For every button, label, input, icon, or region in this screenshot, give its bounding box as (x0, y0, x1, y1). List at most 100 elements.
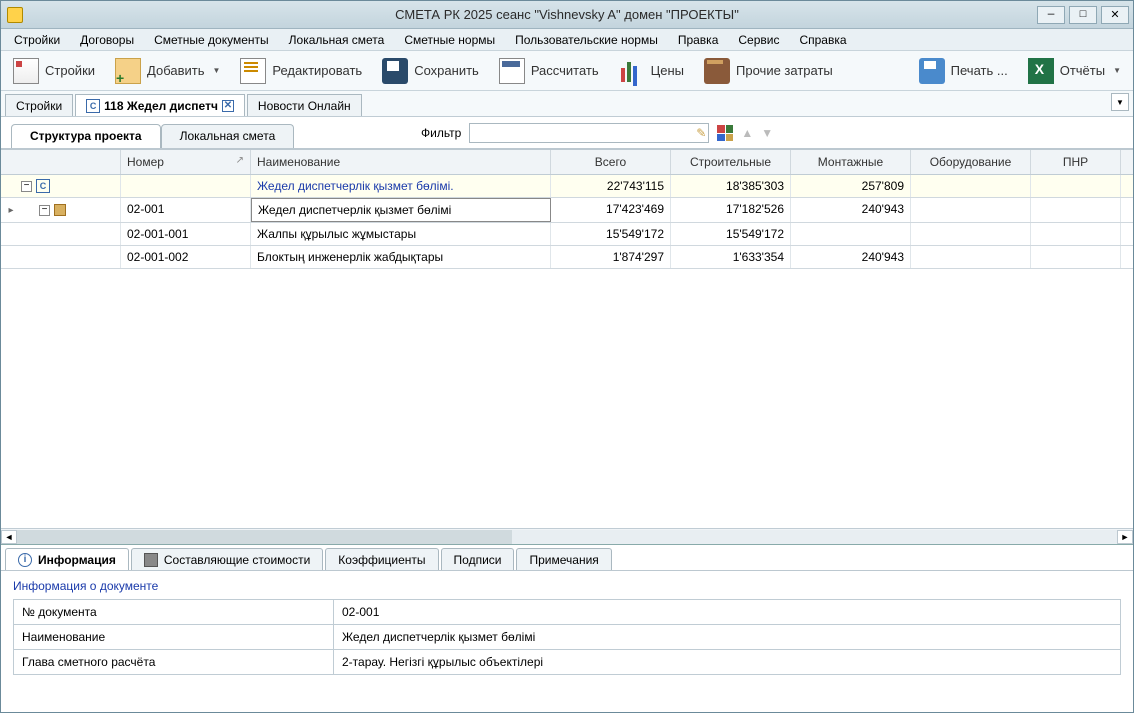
arrow-down-icon[interactable]: ▼ (761, 126, 773, 140)
doctab-stroiki[interactable]: Стройки (5, 94, 73, 116)
toolbar-calc-label: Рассчитать (531, 63, 599, 78)
dropdown-icon: ▼ (1113, 66, 1121, 75)
c-badge-icon: С (36, 179, 50, 193)
cell-equip (911, 175, 1031, 197)
collapse-icon[interactable]: − (39, 205, 50, 216)
chart-icon (619, 58, 645, 84)
menu-smetnye-dokumenty[interactable]: Сметные документы (145, 31, 278, 49)
toolbar-save-label: Сохранить (414, 63, 479, 78)
minimize-button[interactable]: — (1037, 6, 1065, 24)
toolbar-reports[interactable]: Отчёты ▼ (1022, 54, 1127, 88)
toolbar-calc[interactable]: Рассчитать (493, 54, 605, 88)
bottom-tab-label: Составляющие стоимости (164, 553, 310, 567)
toolbar-add[interactable]: Добавить ▼ (109, 54, 226, 88)
col-total[interactable]: Всего (551, 150, 671, 174)
menu-polz-normy[interactable]: Пользовательские нормы (506, 31, 667, 49)
info-name-value: Жедел диспетчерлік қызмет бөлімі (334, 625, 1121, 650)
cell-mount: 240'943 (791, 246, 911, 268)
cell-number (121, 175, 251, 197)
cell-name: Жалпы құрылыс жұмыстары (251, 223, 551, 245)
excel-icon (1028, 58, 1054, 84)
grid-row-section[interactable]: ▸ − 02-001 Жедел диспетчерлік қызмет бөл… (1, 198, 1133, 223)
menu-lokalnaya-smeta[interactable]: Локальная смета (280, 31, 394, 49)
toolbar-edit[interactable]: Редактировать (234, 54, 368, 88)
doctab-118[interactable]: С 118 Жедел диспетч ✕ (75, 94, 245, 116)
tabs-dropdown[interactable]: ▼ (1111, 93, 1129, 111)
row-pointer-icon: ▸ (5, 205, 17, 216)
cell-pnr (1031, 223, 1121, 245)
bottom-tab-coeff[interactable]: Коэффициенты (325, 548, 438, 570)
cell-mount: 240'943 (791, 198, 911, 222)
section-tab-local[interactable]: Локальная смета (161, 124, 295, 148)
document-tabs: Стройки С 118 Жедел диспетч ✕ Новости Он… (1, 91, 1133, 117)
filter-block: Фильтр ✎ ▲ ▼ (421, 123, 773, 143)
add-icon (115, 58, 141, 84)
toolbar-other[interactable]: Прочие затраты (698, 54, 839, 88)
info-chapter-value: 2-тарау. Негізгі құрылыс объектілері (334, 650, 1121, 675)
data-grid: Номер ↗ Наименование Всего Строительные … (1, 149, 1133, 269)
info-panel: Информация о документе № документа 02-00… (1, 571, 1133, 683)
bottom-tab-info[interactable]: i Информация (5, 548, 129, 570)
cell-equip (911, 246, 1031, 268)
grid-row-item[interactable]: 02-001-001 Жалпы құрылыс жұмыстары 15'54… (1, 223, 1133, 246)
toolbar-print[interactable]: Печать ... (913, 54, 1014, 88)
maximize-button[interactable]: □ (1069, 6, 1097, 24)
grid-header: Номер ↗ Наименование Всего Строительные … (1, 150, 1133, 175)
col-mount[interactable]: Монтажные (791, 150, 911, 174)
filter-label: Фильтр (421, 126, 461, 140)
cell-number: 02-001 (121, 198, 251, 222)
info-title: Информация о документе (13, 579, 1121, 593)
calculator-icon (499, 58, 525, 84)
grid-row-item[interactable]: 02-001-002 Блоктың инженерлік жабдықтары… (1, 246, 1133, 269)
close-button[interactable]: ✕ (1101, 6, 1129, 24)
doctab-news[interactable]: Новости Онлайн (247, 94, 362, 116)
col-pnr[interactable]: ПНР (1031, 150, 1121, 174)
bottom-tab-notes[interactable]: Примечания (516, 548, 611, 570)
col-equip[interactable]: Оборудование (911, 150, 1031, 174)
toolbar-stroiki[interactable]: Стройки (7, 54, 101, 88)
cell-equip (911, 223, 1031, 245)
col-number[interactable]: Номер ↗ (121, 150, 251, 174)
grid-row-project[interactable]: − С Жедел диспетчерлік қызмет бөлімі. 22… (1, 175, 1133, 198)
cell-mount (791, 223, 911, 245)
menu-dogovory[interactable]: Договоры (71, 31, 143, 49)
col-constr[interactable]: Строительные (671, 150, 791, 174)
menu-smetnye-normy[interactable]: Сметные нормы (395, 31, 504, 49)
arrow-up-icon[interactable]: ▲ (741, 126, 753, 140)
window-controls: — □ ✕ (1037, 6, 1133, 24)
edit-filter-icon[interactable]: ✎ (696, 126, 706, 140)
horizontal-scrollbar[interactable]: ◄ ► (1, 528, 1133, 544)
toolbar-add-label: Добавить (147, 63, 204, 78)
cell-name: Жедел диспетчерлік қызмет бөлімі (251, 198, 551, 222)
info-icon: i (18, 553, 32, 567)
document-c-icon: С (86, 99, 100, 113)
menu-stroiki[interactable]: Стройки (5, 31, 69, 49)
menu-spravka[interactable]: Справка (790, 31, 855, 49)
col-name[interactable]: Наименование (251, 150, 551, 174)
bottom-tab-sign[interactable]: Подписи (441, 548, 515, 570)
dropdown-icon: ▼ (212, 66, 220, 75)
doctab-label: 118 Жедел диспетч (104, 99, 218, 113)
scroll-right-icon[interactable]: ► (1117, 530, 1133, 544)
toolbar-save[interactable]: Сохранить (376, 54, 485, 88)
cell-total: 15'549'172 (551, 223, 671, 245)
close-tab-icon[interactable]: ✕ (222, 100, 234, 112)
bottom-tab-components[interactable]: Составляющие стоимости (131, 548, 323, 570)
menu-pravka[interactable]: Правка (669, 31, 728, 49)
collapse-icon[interactable]: − (21, 181, 32, 192)
cell-constr: 17'182'526 (671, 198, 791, 222)
toolbar-other-label: Прочие затраты (736, 63, 833, 78)
wallet-icon (704, 58, 730, 84)
section-tab-structure[interactable]: Структура проекта (11, 124, 161, 148)
scroll-left-icon[interactable]: ◄ (1, 530, 17, 544)
cell-pnr (1031, 175, 1121, 197)
menubar: Стройки Договоры Сметные документы Локал… (1, 29, 1133, 51)
filter-input[interactable]: ✎ (469, 123, 709, 143)
toolbar-prices[interactable]: Цены (613, 54, 690, 88)
grid-color-icon[interactable] (717, 125, 733, 141)
cell-pnr (1031, 198, 1121, 222)
titlebar: СМЕТА РК 2025 сеанс "Vishnevsky A" домен… (1, 1, 1133, 29)
menu-servis[interactable]: Сервис (729, 31, 788, 49)
toolbar-edit-label: Редактировать (272, 63, 362, 78)
calculator-small-icon (144, 553, 158, 567)
